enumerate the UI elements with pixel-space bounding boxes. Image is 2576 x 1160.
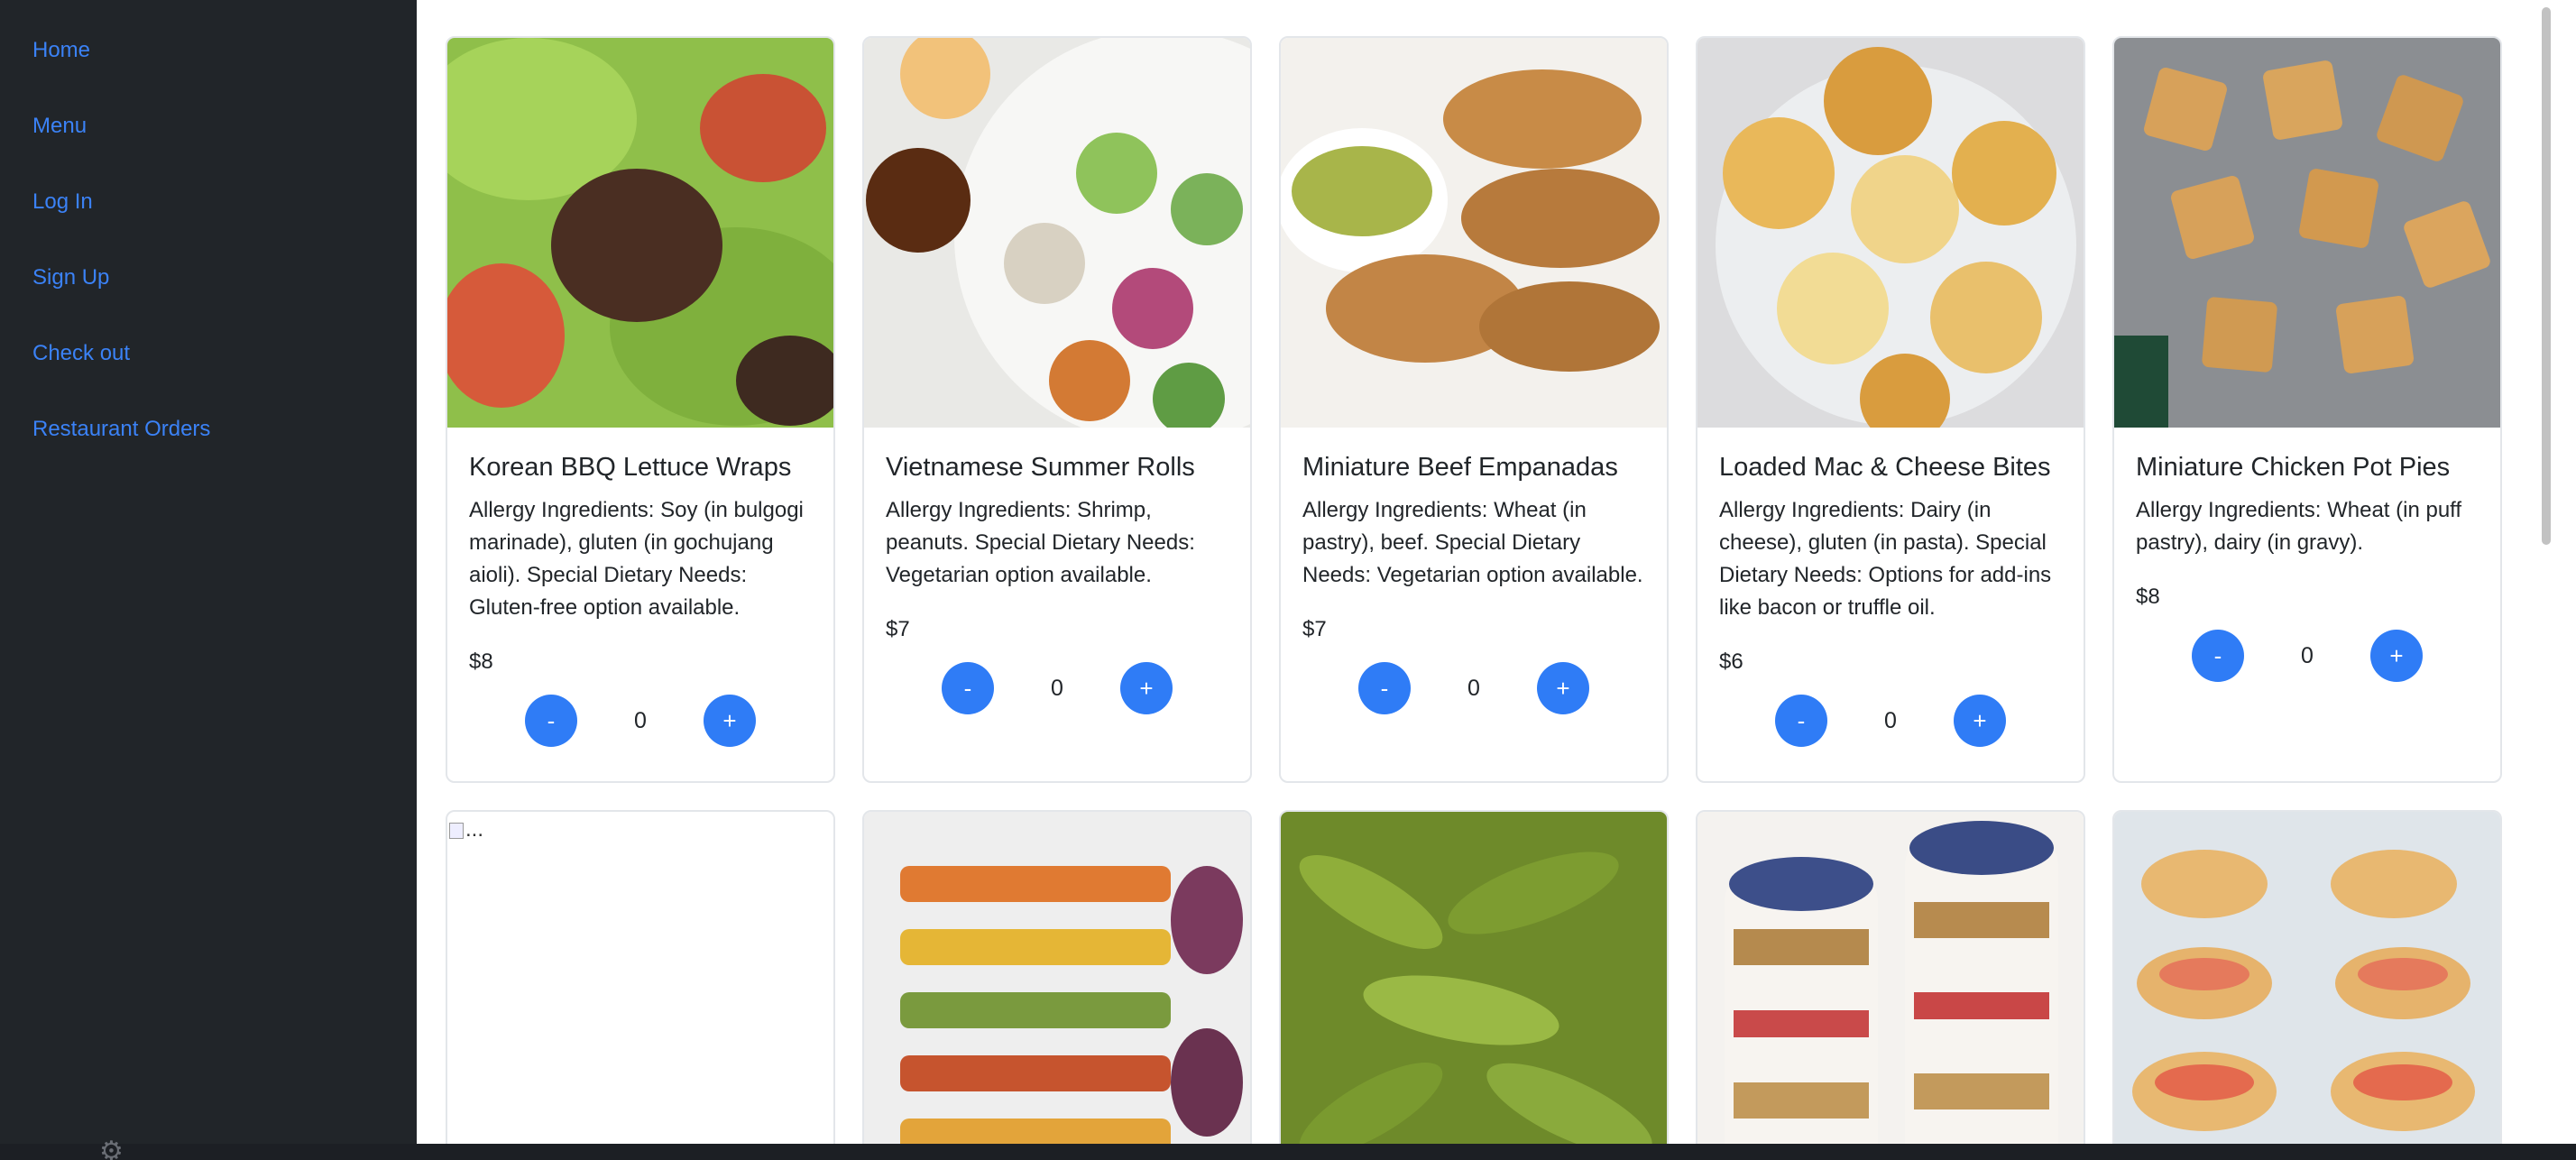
decrease-button[interactable]: - <box>1358 662 1411 714</box>
quantity-value: 0 <box>1467 675 1480 701</box>
quantity-value: 0 <box>1051 675 1063 701</box>
nav-login-link[interactable]: Log In <box>0 184 417 260</box>
menu-card <box>2112 810 2502 1160</box>
card-price: $8 <box>469 649 493 674</box>
increase-button[interactable]: + <box>1120 662 1173 714</box>
card-description: Allergy Ingredients: Wheat (in puff past… <box>2136 498 2462 555</box>
card-price: $7 <box>1302 617 1327 641</box>
menu-card: Vietnamese Summer Rolls Allergy Ingredie… <box>862 36 1252 783</box>
decrease-button[interactable]: - <box>2192 630 2244 682</box>
quantity-stepper: - 0 + <box>1302 662 1645 714</box>
decrease-button[interactable]: - <box>525 695 577 747</box>
menu-card <box>1279 810 1669 1160</box>
image-alt-text: ... <box>465 817 484 842</box>
food-image-chicken-pot-pies <box>2114 38 2500 428</box>
scrollbar[interactable] <box>2536 0 2556 1160</box>
card-title: Vietnamese Summer Rolls <box>886 453 1195 482</box>
card-title: Loaded Mac & Cheese Bites <box>1719 453 2051 482</box>
food-image-summer-rolls <box>864 38 1250 428</box>
card-description: Allergy Ingredients: Shrimp, peanuts. Sp… <box>886 498 1195 587</box>
increase-button[interactable]: + <box>1537 662 1589 714</box>
increase-button[interactable]: + <box>1954 695 2006 747</box>
nav-checkout-link[interactable]: Check out <box>0 336 417 411</box>
increase-button[interactable]: + <box>2370 630 2423 682</box>
card-title: Korean BBQ Lettuce Wraps <box>469 453 792 482</box>
card-price: $7 <box>886 617 910 641</box>
card-title: Miniature Beef Empanadas <box>1302 453 1618 482</box>
nav-menu-link[interactable]: Menu <box>0 108 417 184</box>
food-image-korean-bbq <box>447 38 833 428</box>
broken-image-icon <box>449 822 464 839</box>
quantity-stepper: - 0 + <box>1719 695 2062 747</box>
card-description: Allergy Ingredients: Dairy (in cheese), … <box>1719 498 2052 620</box>
decrease-button[interactable]: - <box>942 662 994 714</box>
decrease-button[interactable]: - <box>1775 695 1827 747</box>
food-image-parfait <box>1697 812 2084 1160</box>
food-image-veggie-skewers <box>864 812 1250 1160</box>
quantity-stepper: - 0 + <box>2136 630 2479 682</box>
nav-restaurant-orders-link[interactable]: Restaurant Orders <box>0 411 417 487</box>
gear-icon: ⚙ <box>99 1137 124 1160</box>
menu-card: Miniature Beef Empanadas Allergy Ingredi… <box>1279 36 1669 783</box>
food-image-mac-cheese <box>1697 38 2084 428</box>
menu-card: Loaded Mac & Cheese Bites Allergy Ingred… <box>1696 36 2085 783</box>
card-title: Miniature Chicken Pot Pies <box>2136 453 2451 482</box>
food-image-lobster-rolls <box>2114 812 2500 1160</box>
menu-card <box>1696 810 2085 1160</box>
quantity-stepper: - 0 + <box>469 695 812 747</box>
card-description: Allergy Ingredients: Wheat (in pastry), … <box>1302 498 1643 587</box>
nav-signup-link[interactable]: Sign Up <box>0 260 417 336</box>
card-price: $6 <box>1719 649 1743 674</box>
card-description: Allergy Ingredients: Soy (in bulgogi mar… <box>469 498 804 620</box>
scrollbar-thumb[interactable] <box>2542 7 2551 545</box>
increase-button[interactable]: + <box>704 695 756 747</box>
quantity-value: 0 <box>1884 707 1897 733</box>
menu-card: ... <box>446 810 835 1160</box>
nav-home-link[interactable]: Home <box>0 32 417 108</box>
food-image-edamame <box>1281 812 1667 1160</box>
food-image-empanadas <box>1281 38 1667 428</box>
quantity-value: 0 <box>2301 642 2314 668</box>
menu-card <box>862 810 1252 1160</box>
sidebar: Home Menu Log In Sign Up Check out Resta… <box>0 0 417 1160</box>
menu-card: Korean BBQ Lettuce Wraps Allergy Ingredi… <box>446 36 835 783</box>
menu-grid: Korean BBQ Lettuce Wraps Allergy Ingredi… <box>417 0 2556 1160</box>
menu-card: Miniature Chicken Pot Pies Allergy Ingre… <box>2112 36 2502 783</box>
card-price: $8 <box>2136 585 2160 609</box>
broken-image: ... <box>447 812 833 1160</box>
taskbar: ⚙ <box>0 1138 2576 1160</box>
quantity-stepper: - 0 + <box>886 662 1228 714</box>
quantity-value: 0 <box>634 707 647 733</box>
